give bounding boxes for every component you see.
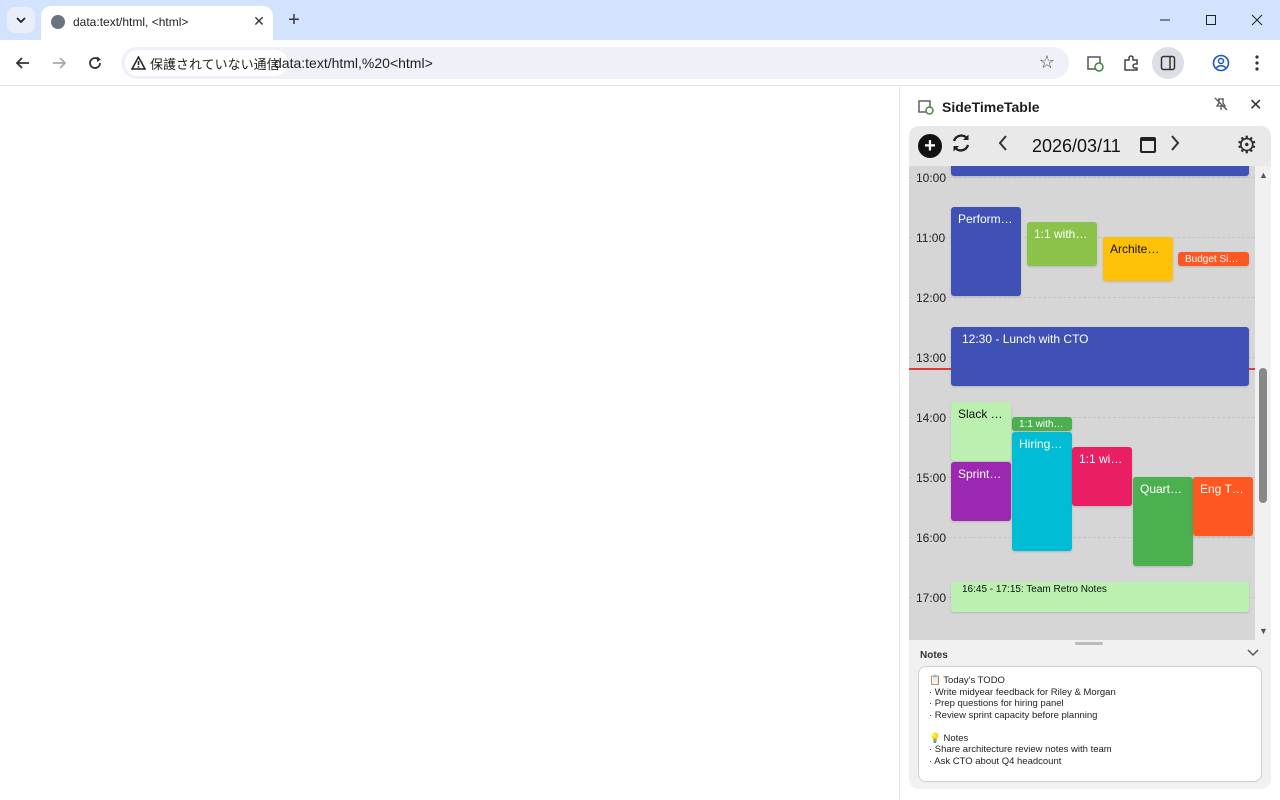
minimize-icon bbox=[1160, 19, 1170, 21]
scroll-up-icon[interactable]: ▲ bbox=[1259, 170, 1268, 180]
event-block[interactable]: Archite… bbox=[1103, 237, 1173, 281]
refresh-icon[interactable] bbox=[950, 132, 972, 160]
event-block[interactable]: Quart… bbox=[1133, 477, 1193, 566]
event-block[interactable]: 12:30 - Lunch with CTO bbox=[951, 327, 1249, 386]
note-line: · Review sprint capacity before planning bbox=[929, 709, 1098, 721]
minimize-button[interactable] bbox=[1142, 0, 1188, 40]
hour-label: 13:00 bbox=[916, 351, 947, 365]
note-line: · Ask CTO about Q4 headcount bbox=[929, 755, 1062, 767]
chevron-down-icon bbox=[16, 17, 26, 24]
bookmark-star-icon[interactable]: ☆ bbox=[1039, 52, 1055, 73]
hour-label: 14:00 bbox=[916, 411, 947, 425]
hour-label: 10:00 bbox=[916, 171, 947, 185]
event-block[interactable]: Slack … bbox=[951, 402, 1011, 461]
arrow-left-icon bbox=[15, 57, 29, 69]
account-icon bbox=[1212, 54, 1230, 72]
browser-tab[interactable]: data:text/html, <html> ✕ bbox=[41, 6, 273, 40]
side-panel: SideTimeTable ✕ + 2026/03/11 ⚙ 10:00 11:… bbox=[901, 87, 1280, 800]
resize-handle[interactable] bbox=[1075, 642, 1103, 645]
menu-button[interactable] bbox=[1243, 49, 1271, 77]
event-block[interactable]: Sprint … bbox=[951, 462, 1011, 521]
tab-title: data:text/html, <html> bbox=[73, 15, 189, 29]
scroll-down-icon[interactable]: ▼ bbox=[1259, 626, 1268, 636]
sidetimetable-extension-icon[interactable] bbox=[1081, 49, 1109, 77]
globe-icon bbox=[51, 15, 65, 29]
reload-icon bbox=[89, 56, 101, 69]
side-panel-header: SideTimeTable ✕ bbox=[901, 87, 1280, 125]
browser-toolbar: 保護されていない通信 data:text/html,%20<html> ☆ bbox=[0, 40, 1280, 86]
hour-label: 11:00 bbox=[916, 231, 946, 245]
back-button[interactable] bbox=[11, 51, 35, 75]
close-icon[interactable]: ✕ bbox=[249, 11, 269, 31]
maximize-icon bbox=[1206, 15, 1216, 25]
next-day-icon[interactable] bbox=[1169, 134, 1181, 157]
hour-line bbox=[909, 177, 1255, 178]
note-line: · Share architecture review notes with t… bbox=[929, 744, 1112, 755]
event-block[interactable]: 16:45 - 17:15: Team Retro Notes bbox=[951, 582, 1249, 612]
forward-button[interactable] bbox=[47, 51, 71, 75]
note-line: 📋 Today's TODO bbox=[929, 675, 1005, 686]
arrow-right-icon bbox=[53, 57, 67, 69]
add-event-button[interactable]: + bbox=[918, 134, 942, 158]
chevron-down-icon[interactable] bbox=[1247, 646, 1259, 660]
hour-line bbox=[909, 297, 1255, 298]
note-line: · Prep questions for hiring panel bbox=[929, 698, 1064, 709]
hour-label: 17:00 bbox=[916, 591, 947, 605]
event-block[interactable]: Eng T… bbox=[1193, 477, 1253, 536]
side-panel-title: SideTimeTable bbox=[942, 99, 1040, 115]
calendar-icon[interactable] bbox=[1140, 137, 1156, 153]
url-text: data:text/html,%20<html> bbox=[274, 55, 433, 71]
tab-search-button[interactable] bbox=[7, 7, 35, 33]
calendar-card: + 2026/03/11 ⚙ 10:00 11:00 12:00 13:00 1… bbox=[909, 126, 1271, 789]
timeline: 10:00 11:00 12:00 13:00 14:00 15:00 16:0… bbox=[909, 166, 1255, 640]
event-block[interactable]: 1:1 wit… bbox=[1072, 447, 1132, 506]
event-block[interactable]: 1:1 with … bbox=[1012, 417, 1072, 431]
close-icon bbox=[1251, 14, 1263, 26]
notes-textarea[interactable]: 📋 Today's TODO · Write midyear feedback … bbox=[918, 666, 1262, 782]
page-content bbox=[0, 87, 900, 800]
hour-label: 15:00 bbox=[916, 471, 947, 485]
unpin-icon[interactable] bbox=[1214, 97, 1228, 114]
event-block[interactable]: Perform… bbox=[951, 207, 1021, 296]
side-panel-icon bbox=[1160, 55, 1176, 71]
note-line: 💡 Notes bbox=[929, 732, 969, 744]
scrollbar-thumb[interactable] bbox=[1259, 368, 1267, 503]
current-date[interactable]: 2026/03/11 bbox=[1032, 136, 1121, 157]
hour-line bbox=[909, 537, 1255, 538]
event-block[interactable]: Hiring … bbox=[1012, 432, 1072, 551]
close-panel-icon[interactable]: ✕ bbox=[1249, 95, 1262, 115]
settings-icon[interactable]: ⚙ bbox=[1236, 131, 1258, 160]
event-block[interactable] bbox=[951, 166, 1249, 176]
new-tab-button[interactable]: + bbox=[282, 8, 306, 32]
browser-window: data:text/html, <html> ✕ + 保護されていない通信 da… bbox=[0, 0, 1280, 800]
hour-label: 16:00 bbox=[916, 531, 947, 545]
prev-day-icon[interactable] bbox=[997, 134, 1009, 157]
reload-button[interactable] bbox=[83, 51, 107, 75]
calendar-toolbar: + 2026/03/11 ⚙ bbox=[909, 126, 1271, 166]
address-bar[interactable]: 保護されていない通信 data:text/html,%20<html> ☆ bbox=[121, 47, 1069, 79]
security-label: 保護されていない通信 bbox=[150, 56, 280, 72]
title-bar: data:text/html, <html> ✕ + bbox=[0, 0, 1280, 40]
security-chip[interactable]: 保護されていない通信 bbox=[125, 50, 288, 76]
hour-label: 12:00 bbox=[916, 291, 947, 305]
event-block[interactable]: Budget Si… bbox=[1178, 252, 1249, 266]
extensions-button[interactable] bbox=[1117, 49, 1145, 77]
note-line: · Write midyear feedback for Riley & Mor… bbox=[929, 686, 1116, 698]
more-vert-icon bbox=[1255, 55, 1259, 71]
warning-icon bbox=[131, 56, 146, 70]
profile-button[interactable] bbox=[1207, 49, 1235, 77]
clock-calendar-icon bbox=[1087, 56, 1104, 72]
event-block[interactable]: 1:1 with… bbox=[1027, 222, 1097, 266]
notes-header: Notes bbox=[920, 650, 948, 661]
close-window-button[interactable] bbox=[1234, 0, 1280, 40]
maximize-button[interactable] bbox=[1188, 0, 1234, 40]
note-line bbox=[929, 721, 1251, 733]
timeline-scrollbar[interactable]: ▲ ▼ bbox=[1255, 166, 1271, 640]
sidetimetable-logo-icon bbox=[918, 100, 934, 115]
side-panel-button[interactable] bbox=[1152, 47, 1184, 79]
puzzle-icon bbox=[1124, 55, 1138, 71]
